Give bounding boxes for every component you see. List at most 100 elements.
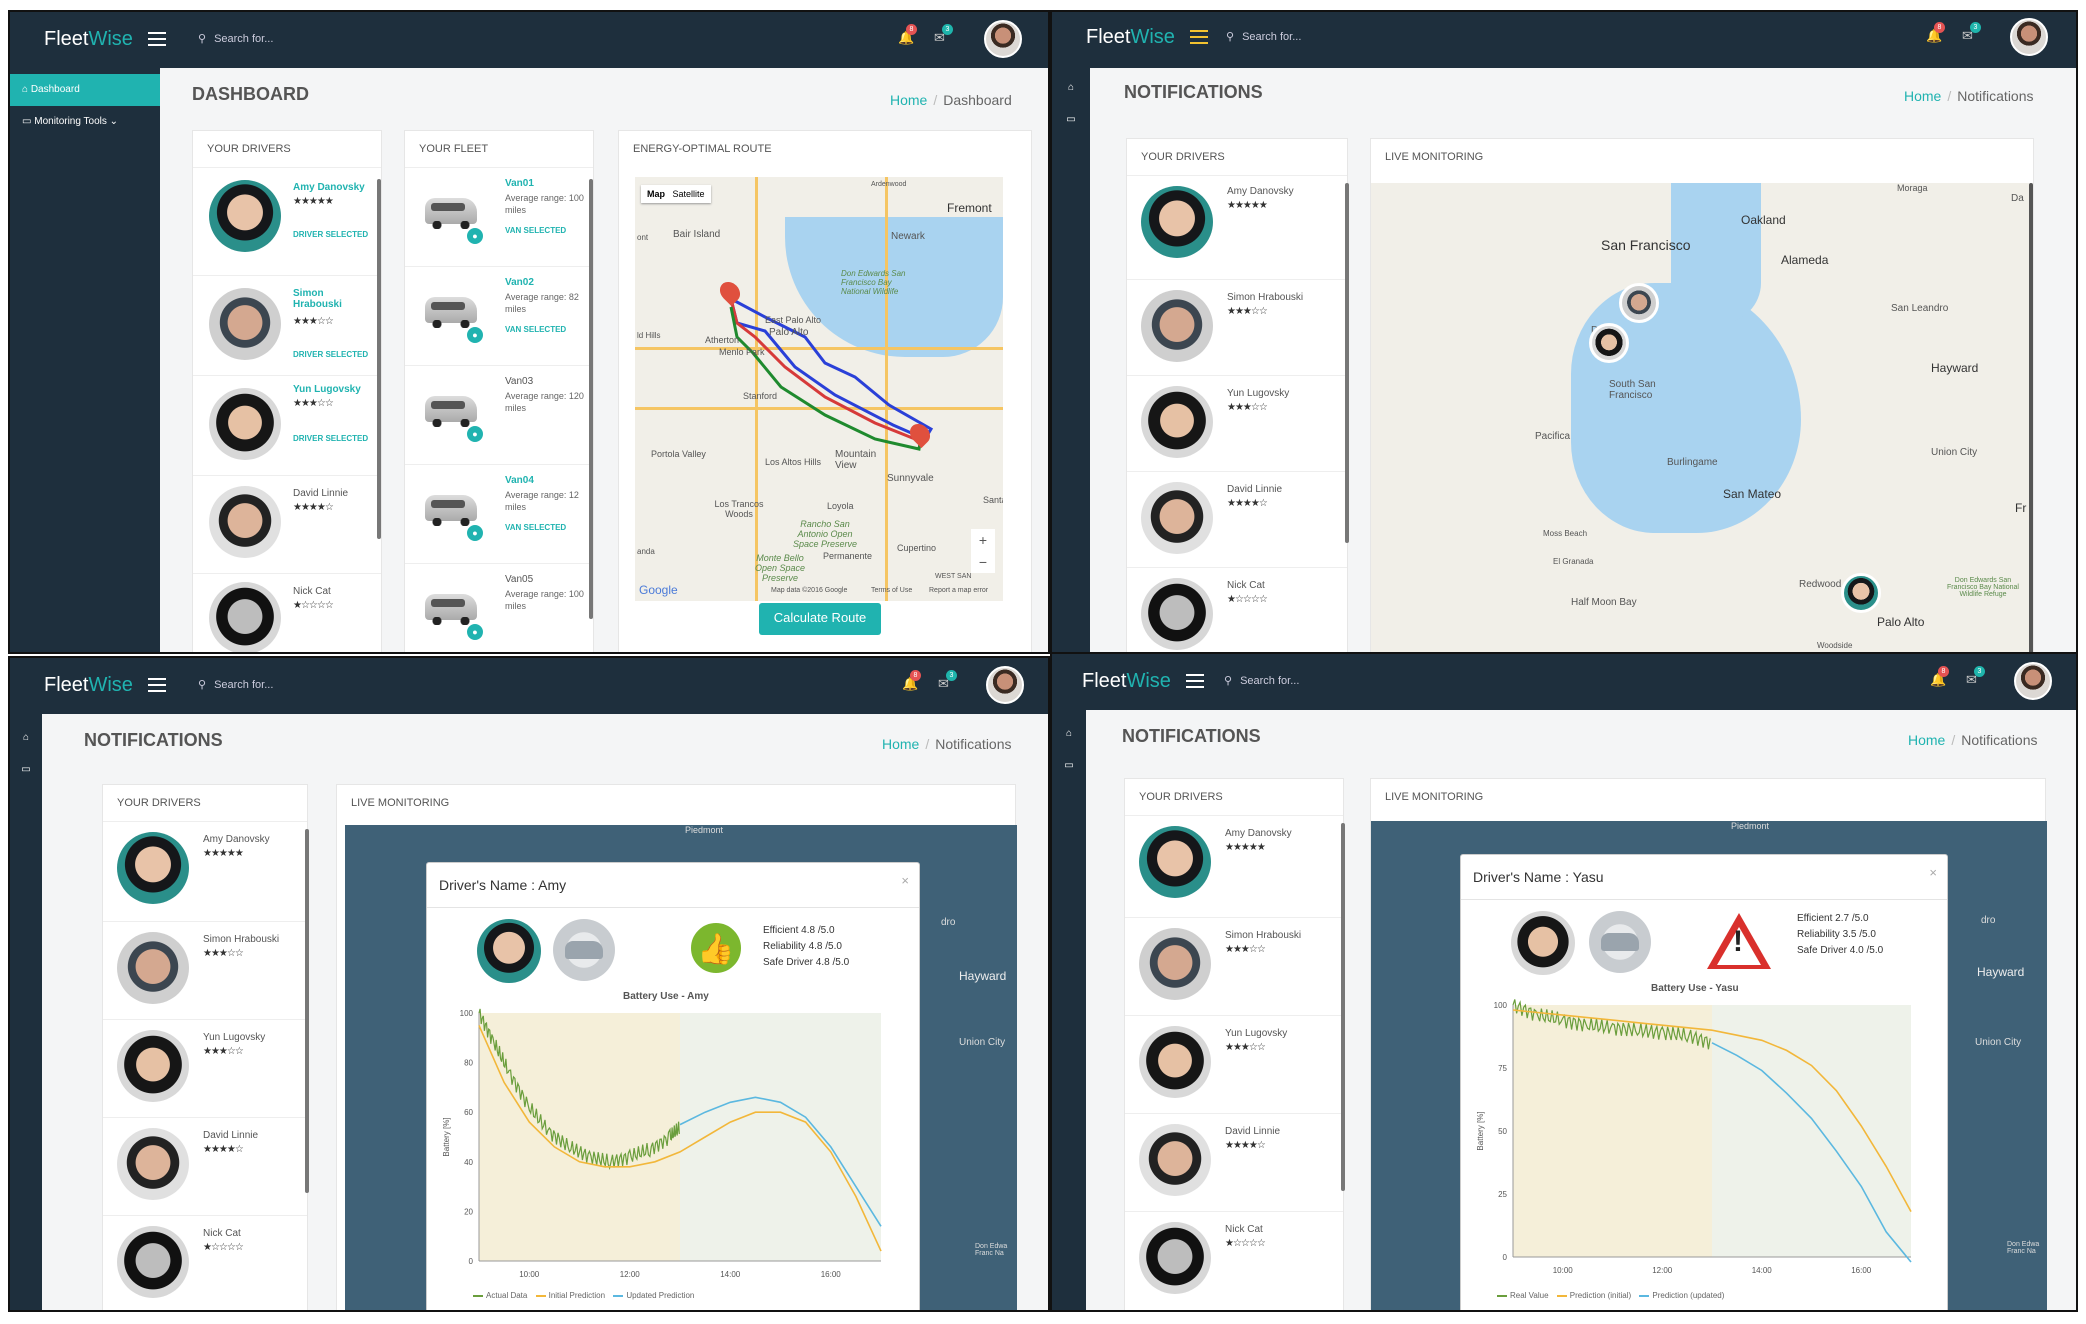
van-card[interactable]: ● Van05 Average range: 100 miles: [405, 564, 593, 652]
menu-toggle-icon[interactable]: [1186, 674, 1204, 688]
driver-card[interactable]: Simon Hrabouski ★★★☆☆: [1127, 280, 1347, 376]
search-input[interactable]: ⚲ Search for...: [198, 32, 273, 45]
map-label: Piedmont: [685, 825, 724, 835]
breadcrumb-home[interactable]: Home: [1908, 732, 1945, 748]
home-icon[interactable]: ⌂: [10, 722, 42, 754]
bell-icon[interactable]: 🔔 8: [1930, 666, 1949, 688]
driver-card[interactable]: Simon Hrabouski ★★★☆☆: [103, 922, 307, 1020]
app-logo[interactable]: FleetWise: [1082, 670, 1171, 693]
route-map[interactable]: Map Satellite Fremont Newark Bair Island…: [635, 177, 1003, 601]
search-icon: ⚲: [1226, 31, 1235, 43]
app-logo[interactable]: FleetWise: [44, 28, 133, 51]
mail-icon[interactable]: ✉ 3: [1966, 666, 1985, 688]
menu-toggle-icon[interactable]: [148, 32, 166, 46]
close-icon[interactable]: ×: [1929, 865, 1937, 880]
driver-card[interactable]: David Linnie ★★★★☆: [193, 476, 381, 574]
user-avatar[interactable]: [2010, 18, 2048, 56]
top-navbar: FleetWise ⚲ Search for... 🔔 8 ✉ 3: [10, 12, 1048, 68]
driver-card[interactable]: Yun Lugovsky ★★★☆☆: [103, 1020, 307, 1118]
zoom-out-icon[interactable]: −: [971, 551, 995, 573]
sidebar-item-dashboard[interactable]: ⌂ Dashboard: [10, 74, 160, 106]
mail-icon[interactable]: ✉ 3: [938, 670, 957, 692]
driver-map-marker[interactable]: [1619, 283, 1659, 323]
calculate-route-button[interactable]: Calculate Route: [759, 603, 881, 635]
van-card[interactable]: ● Van03 Average range: 120 miles: [405, 366, 593, 465]
driver-name: Amy Danovsky: [1225, 828, 1292, 839]
van-card[interactable]: ● Van02 Average range: 82 miles VAN SELECTE…: [405, 267, 593, 366]
driver-card[interactable]: Yun Lugovsky ★★★☆☆: [1127, 376, 1347, 472]
report-error-link[interactable]: Report a map error: [929, 587, 988, 594]
driver-name: Nick Cat: [1227, 580, 1265, 591]
sidebar-item-monitoring[interactable]: ▭ Monitoring Tools ⌄: [10, 106, 160, 138]
driver-name: Yun Lugovsky: [1227, 388, 1290, 399]
bell-icon[interactable]: 🔔 8: [898, 24, 917, 46]
scrollbar[interactable]: [377, 179, 381, 539]
van-range: Average range: 82 miles: [505, 292, 579, 314]
user-avatar[interactable]: [984, 20, 1022, 58]
van-card[interactable]: ● Van04 Average range: 12 miles VAN SELECTE…: [405, 465, 593, 564]
monitor-icon[interactable]: ▭: [1052, 750, 1086, 782]
driver-card[interactable]: Amy Danovsky ★★★★★: [1127, 176, 1347, 280]
map-label: Palo Alto: [769, 327, 809, 338]
driver-card[interactable]: Nick Cat ★☆☆☆☆: [1127, 568, 1347, 652]
breadcrumb-home[interactable]: Home: [890, 92, 927, 108]
mail-icon[interactable]: ✉ 3: [1962, 22, 1981, 44]
map-label: Sunnyvale: [887, 473, 934, 484]
user-avatar[interactable]: [986, 666, 1024, 704]
driver-card[interactable]: Nick Cat ★☆☆☆☆: [1125, 1212, 1343, 1302]
driver-rating: ★★★★☆: [293, 502, 334, 513]
map-label: Permanente: [823, 551, 873, 561]
mail-icon[interactable]: ✉ 3: [934, 24, 953, 46]
driver-photo: [1139, 928, 1211, 1000]
close-icon[interactable]: ×: [901, 873, 909, 888]
monitor-icon[interactable]: ▭: [10, 754, 42, 786]
y-tick-label: 0: [1503, 1253, 1508, 1262]
map-label: Don Edwards San Francisco Bay National W…: [1947, 577, 2019, 598]
scrollbar[interactable]: [2029, 183, 2033, 652]
home-icon[interactable]: ⌂: [1052, 72, 1090, 104]
driver-map-marker[interactable]: [1589, 323, 1629, 363]
driver-card[interactable]: Amy Danovsky ★★★★★: [103, 822, 307, 922]
live-map[interactable]: Oakland San Francisco Alameda San Leandr…: [1371, 183, 2029, 652]
zoom-in-icon[interactable]: +: [971, 529, 995, 551]
driver-card[interactable]: Nick Cat ★☆☆☆☆: [193, 574, 381, 652]
zoom-controls[interactable]: + −: [971, 529, 995, 573]
driver-details-modal: Driver's Name : Yasu × Efficient 2.7 /5.…: [1460, 854, 1948, 1310]
driver-card[interactable]: Yun Lugovsky ★★★☆☆: [1125, 1016, 1343, 1114]
bell-icon[interactable]: 🔔 8: [1926, 22, 1945, 44]
van-card[interactable]: ● Van01 Average range: 100 miles VAN SELECT…: [405, 168, 593, 267]
driver-card[interactable]: David Linnie ★★★★☆: [103, 1118, 307, 1216]
driver-card[interactable]: Yun Lugovsky ★★★☆☆ DRIVER SELECTED: [193, 376, 381, 476]
terms-link[interactable]: Terms of Use: [871, 587, 912, 594]
app-logo[interactable]: FleetWise: [1086, 26, 1175, 49]
search-icon: ⚲: [198, 33, 207, 45]
breadcrumb-home[interactable]: Home: [1904, 88, 1941, 104]
menu-toggle-icon[interactable]: [1190, 30, 1208, 44]
driver-card[interactable]: Simon Hrabouski ★★★☆☆ DRIVER SELECTED: [193, 276, 381, 376]
driver-card[interactable]: David Linnie ★★★★☆: [1127, 472, 1347, 568]
map-label: dro: [941, 917, 956, 928]
scrollbar[interactable]: [1341, 823, 1345, 1191]
scrollbar[interactable]: [1345, 183, 1349, 543]
route-panel: ENERGY-OPTIMAL ROUTE Map Satellite Fremo…: [618, 130, 1032, 652]
map-label: Moraga: [1897, 183, 1928, 193]
monitor-icon[interactable]: ▭: [1052, 104, 1090, 136]
search-input[interactable]: ⚲ Search for...: [198, 678, 273, 691]
menu-toggle-icon[interactable]: [148, 678, 166, 692]
driver-card[interactable]: Amy Danovsky ★★★★★: [1125, 816, 1343, 918]
driver-map-marker[interactable]: [1841, 573, 1881, 613]
search-input[interactable]: ⚲ Search for...: [1226, 30, 1301, 43]
search-input[interactable]: ⚲ Search for...: [1224, 674, 1299, 687]
bell-icon[interactable]: 🔔 8: [902, 670, 921, 692]
app-logo[interactable]: FleetWise: [44, 674, 133, 697]
driver-card[interactable]: Simon Hrabouski ★★★☆☆: [1125, 918, 1343, 1016]
driver-card[interactable]: Nick Cat ★☆☆☆☆: [103, 1216, 307, 1306]
breadcrumb-home[interactable]: Home: [882, 736, 919, 752]
scrollbar[interactable]: [589, 179, 593, 619]
user-avatar[interactable]: [2014, 662, 2052, 700]
scrollbar[interactable]: [305, 829, 309, 1193]
driver-card[interactable]: Amy Danovsky ★★★★★ DRIVER SELECTED: [193, 168, 381, 276]
driver-card[interactable]: David Linnie ★★★★☆: [1125, 1114, 1343, 1212]
home-icon[interactable]: ⌂: [1052, 718, 1086, 750]
notifications-amy-screen: FleetWise ⚲ Search for... 🔔 8 ✉ 3 ⌂ ▭ NOTIF…: [8, 656, 1050, 1312]
